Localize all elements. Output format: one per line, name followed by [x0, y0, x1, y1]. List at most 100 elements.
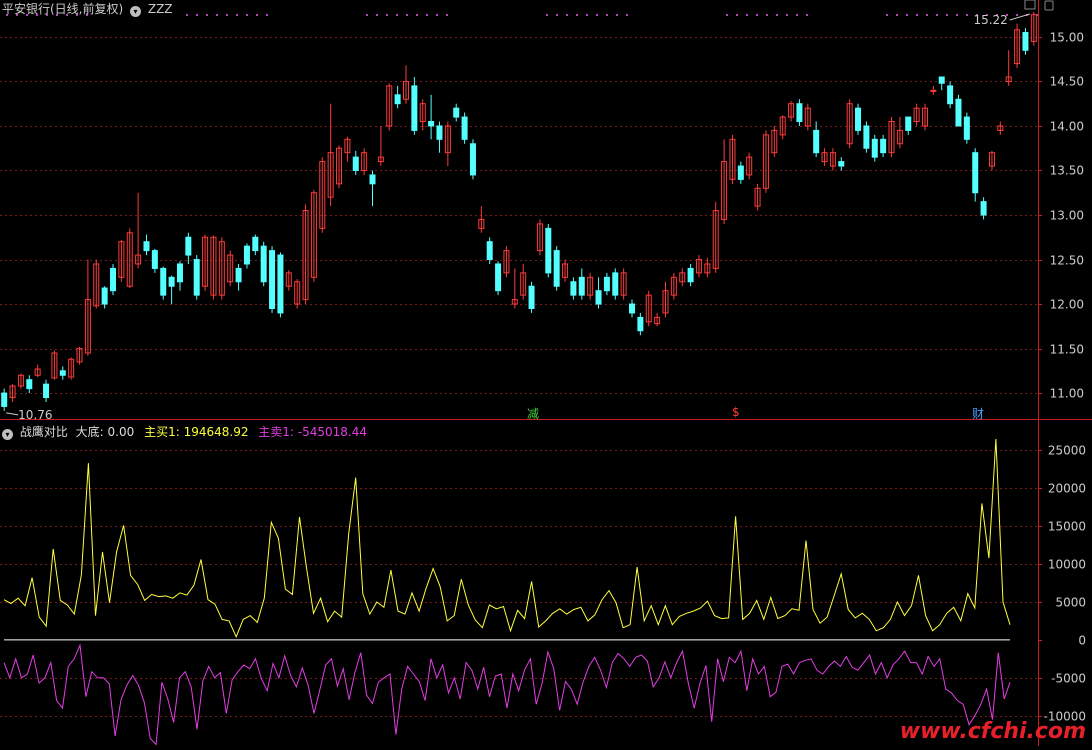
candle-body — [955, 98, 962, 127]
min-marker-line — [6, 412, 19, 416]
chevron-down-icon[interactable]: ▾ — [130, 6, 142, 17]
candle-body — [1022, 31, 1029, 51]
price-tick-label: 14.50 — [1050, 75, 1084, 89]
candle-body — [469, 143, 476, 176]
signal-dot — [626, 14, 628, 16]
signal-dot — [416, 14, 418, 16]
candle-body — [59, 370, 66, 376]
candle-body — [905, 116, 912, 131]
stock-title[interactable]: 平安银行(日线,前复权) — [2, 2, 123, 16]
chevron-down-icon[interactable]: ▾ — [2, 429, 13, 440]
price-tick-label: 13.50 — [1050, 164, 1084, 178]
signal-dot — [436, 14, 438, 16]
candle-body — [796, 103, 803, 123]
main-header: 平安银行(日线,前复权) ▾ ZZZ — [2, 0, 173, 17]
candle-body — [880, 138, 887, 154]
signal-dot — [216, 14, 218, 16]
signal-dot — [806, 14, 808, 16]
candle-body — [160, 267, 167, 296]
signal-dot — [266, 14, 268, 16]
signal-dot — [546, 14, 548, 16]
candle-body — [369, 174, 376, 185]
candle-body — [947, 85, 954, 105]
signal-dot — [946, 14, 948, 16]
signal-dot — [226, 14, 228, 16]
candle-body — [1, 392, 8, 407]
indicator-tick-label: 10000 — [1048, 558, 1086, 572]
candle-body — [176, 263, 183, 283]
candle-body — [235, 267, 242, 283]
event-marker-cai[interactable]: 财 — [972, 405, 984, 422]
signal-dot — [1016, 14, 1018, 16]
signal-dot — [756, 14, 758, 16]
candle-body — [972, 152, 979, 194]
window-icon — [1024, 0, 1036, 10]
candle-body — [185, 236, 192, 256]
candle-body — [545, 227, 552, 274]
price-tick-label: 14.00 — [1050, 120, 1084, 134]
candle-body — [553, 250, 560, 287]
sub-indicator-name[interactable]: 战鹰对比 — [20, 425, 68, 439]
candle-body — [595, 290, 602, 305]
candle-body — [143, 241, 150, 252]
candle-body — [603, 276, 610, 292]
candle-body — [687, 267, 694, 283]
candle-body — [495, 263, 502, 292]
price-tick-label: 15.00 — [1050, 31, 1084, 45]
candle-body — [838, 161, 845, 167]
event-marker-dollar[interactable]: $ — [732, 405, 740, 419]
signal-dot — [586, 14, 588, 16]
candle-body — [101, 287, 108, 305]
sub-header: ▾ 战鹰对比 大底: 0.00 主买1: 194648.92 主卖1: -545… — [2, 423, 367, 440]
candle-body — [612, 272, 619, 296]
candle-body — [436, 125, 443, 140]
price-tick-label: 11.50 — [1050, 343, 1084, 357]
candle-body — [737, 165, 744, 180]
signal-dot — [396, 14, 398, 16]
candle-body — [26, 379, 33, 390]
candle-body — [570, 281, 577, 296]
zhumai-sell-line — [3, 643, 1011, 746]
indicator-name[interactable]: ZZZ — [148, 2, 173, 16]
min-price-label: 10.76 — [18, 408, 52, 422]
indicator-tick-label: -5000 — [1051, 672, 1086, 686]
signal-dot — [556, 14, 558, 16]
candle-body — [151, 250, 158, 269]
event-marker-jian[interactable]: 减 — [527, 405, 539, 422]
candle-body — [252, 236, 259, 252]
candle-body — [428, 121, 435, 127]
candle-body — [243, 245, 250, 265]
signal-dot — [936, 14, 938, 16]
stock-chart[interactable]: 11.00 11.50 12.00 12.50 13.00 13.50 14.00 14.50… — [0, 0, 1092, 746]
max-price-label: 15.22 — [973, 13, 1007, 27]
signal-dot — [616, 14, 618, 16]
candle-body — [855, 107, 862, 131]
signal-dot — [366, 14, 368, 16]
signal-dot — [736, 14, 738, 16]
candle-body — [277, 254, 284, 314]
field-zhumai-buy: 主买1: 194648.92 — [144, 425, 249, 439]
signal-dot — [386, 14, 388, 16]
signal-dot — [206, 14, 208, 16]
candle-body — [43, 383, 50, 399]
candle-body — [260, 245, 267, 283]
candle-body — [629, 303, 636, 314]
indicator-tick-label: 15000 — [1048, 520, 1086, 534]
signal-dot — [896, 14, 898, 16]
watermark: www.cfchi.com — [899, 719, 1086, 744]
candle-body — [110, 267, 117, 292]
signal-dot — [576, 14, 578, 16]
signal-dot — [186, 14, 188, 16]
signal-dot — [566, 14, 568, 16]
signal-dot — [726, 14, 728, 16]
signal-dot — [786, 14, 788, 16]
signal-dot — [596, 14, 598, 16]
signal-dot — [196, 14, 198, 16]
signal-dot — [746, 14, 748, 16]
signal-dot — [956, 14, 958, 16]
signal-dot — [246, 14, 248, 16]
signal-dot — [916, 14, 918, 16]
field-dadi: 大底: 0.00 — [75, 425, 135, 439]
candle-body — [168, 276, 175, 287]
price-tick-label: 12.00 — [1050, 298, 1084, 312]
